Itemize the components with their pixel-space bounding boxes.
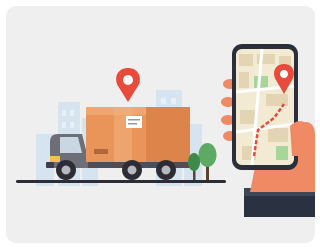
illustration-card xyxy=(6,6,315,243)
truck-wheel-rear xyxy=(122,160,142,180)
shipping-label xyxy=(126,116,142,128)
truck-wheel-front xyxy=(56,160,76,180)
ground-line xyxy=(16,180,226,183)
truck-wheel-back xyxy=(156,160,176,180)
smartphone xyxy=(232,44,298,170)
delivery-tracking-illustration xyxy=(6,6,315,243)
